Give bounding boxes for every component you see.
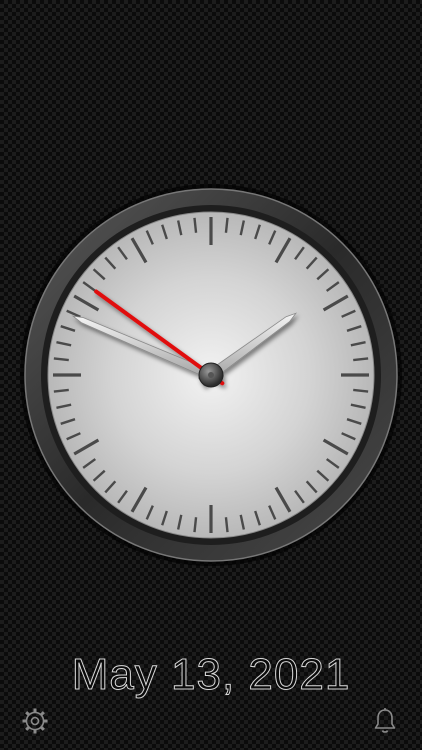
minute-tick [353,388,369,393]
alarm-button[interactable] [368,704,402,738]
analog-clock [18,182,404,568]
minute-tick [193,217,198,233]
clock-hub-center [208,372,214,378]
gear-icon [22,708,48,734]
settings-button[interactable] [18,704,52,738]
minute-tick [53,388,69,393]
minute-tick [193,517,198,533]
minute-tick [353,357,369,362]
date-label: May 13, 2021 [71,650,351,700]
minute-tick [224,517,229,533]
clock-face-svg [20,184,402,566]
minute-tick [224,217,229,233]
minute-tick [53,357,69,362]
bell-icon [374,708,396,733]
